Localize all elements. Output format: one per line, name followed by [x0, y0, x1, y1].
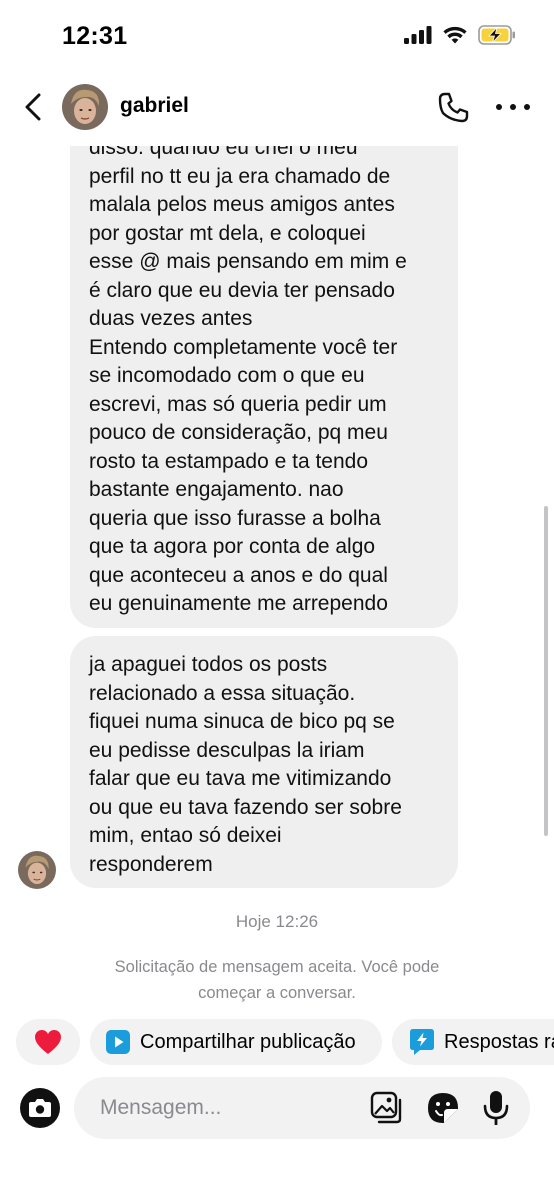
quick-replies-icon [410, 1029, 434, 1055]
microphone-icon [483, 1091, 509, 1125]
message-bubble[interactable]: ja apaguei todos os posts relacionado a … [70, 636, 458, 888]
request-accepted-notice: Solicitação de mensagem aceita. Você pod… [0, 954, 554, 1006]
quick-replies-label: Respostas rá [444, 1030, 554, 1053]
message-line: rosto ta estampado e ta tendo [89, 449, 369, 473]
message-line: queria que isso furasse a bolha [89, 506, 381, 530]
signal-icon [404, 26, 432, 44]
quick-replies-button[interactable]: Respostas rá [392, 1019, 554, 1065]
chat-header: gabriel [0, 70, 554, 146]
share-post-label: Compartilhar publicação [140, 1030, 356, 1053]
message-line: perfil no tt eu ja era chamado de [89, 164, 391, 188]
message-line: falar que eu tava me vitimizando [89, 767, 392, 790]
gallery-icon [370, 1091, 402, 1124]
back-chevron-icon [25, 93, 41, 121]
scrollbar[interactable] [544, 506, 548, 836]
share-post-icon [106, 1030, 130, 1054]
message-line: duas vezes antes [89, 307, 253, 330]
message-line: mim, entao só deixei [89, 824, 282, 847]
message-bubble[interactable]: disso. quando eu criei o meu perfil no t… [70, 146, 458, 628]
status-bar: 12:31 [0, 0, 554, 70]
camera-icon [29, 1099, 51, 1117]
message-line: eu pedisse desculpas la iriam [89, 738, 365, 762]
avatar-photo [62, 84, 108, 130]
message-line: pouco de consideração, pq meu [89, 421, 388, 444]
gallery-button[interactable] [370, 1091, 404, 1125]
message-line: Entendo completamente você ter [89, 335, 398, 359]
message-line: ja apaguei todos os posts [89, 653, 328, 676]
heart-icon [35, 1030, 61, 1054]
more-options-button[interactable] [496, 96, 530, 118]
message-line: escrevi, mas só queria pedir um [89, 392, 387, 416]
sticker-button[interactable] [426, 1091, 460, 1125]
contact-name[interactable]: gabriel [120, 94, 189, 118]
message-timestamp: Hoje 12:26 [235, 912, 319, 931]
back-button[interactable] [18, 90, 48, 124]
battery-charging-icon [478, 25, 515, 45]
message-line: esse @ mais pensando em mim e [89, 250, 407, 273]
message-input[interactable] [100, 1077, 350, 1139]
message-composer [74, 1077, 530, 1139]
message-line: fiquei numa sinuca de bico pq se [89, 710, 395, 733]
message-thread[interactable]: disso. quando eu criei o meu perfil no t… [0, 146, 554, 1006]
message-line: bastante engajamento. nao [89, 478, 344, 501]
avatar-photo [18, 851, 56, 889]
message-line: responderem [89, 852, 213, 876]
more-icon [496, 104, 502, 110]
message-line: malala pelos meus amigos antes [89, 193, 395, 216]
status-time: 12:31 [62, 22, 128, 50]
phone-icon [438, 92, 469, 123]
notice-line: começar a conversar. [198, 984, 356, 1002]
microphone-button[interactable] [481, 1090, 511, 1126]
message-line: eu genuinamente me arrependo [89, 592, 388, 615]
message-line: que ta agora por conta de algo [89, 535, 376, 558]
quick-actions-row: Compartilhar publicação Respostas rá [16, 1019, 554, 1067]
contact-avatar[interactable] [62, 84, 108, 130]
sender-avatar[interactable] [18, 851, 56, 889]
message-line: que aconteceu a anos e do qual [89, 563, 388, 587]
send-heart-button[interactable] [16, 1019, 80, 1065]
status-icons [404, 25, 516, 45]
message-line: relacionado a essa situação. [89, 681, 356, 705]
notice-line: Solicitação de mensagem aceita. Você pod… [114, 958, 440, 976]
share-post-button[interactable]: Compartilhar publicação [90, 1019, 382, 1065]
voice-call-button[interactable] [436, 91, 470, 125]
message-line: se incomodado com o que eu [89, 364, 365, 387]
camera-button[interactable] [20, 1088, 60, 1128]
message-line: ou que eu tava fazendo ser sobre [89, 795, 402, 819]
message-line: por gostar mt dela, e coloquei [89, 221, 366, 245]
wifi-icon [443, 26, 467, 44]
sticker-icon [428, 1093, 458, 1123]
message-line: é claro que eu devia ter pensado [89, 278, 395, 302]
message-line: disso. quando eu criei o meu [89, 146, 358, 159]
